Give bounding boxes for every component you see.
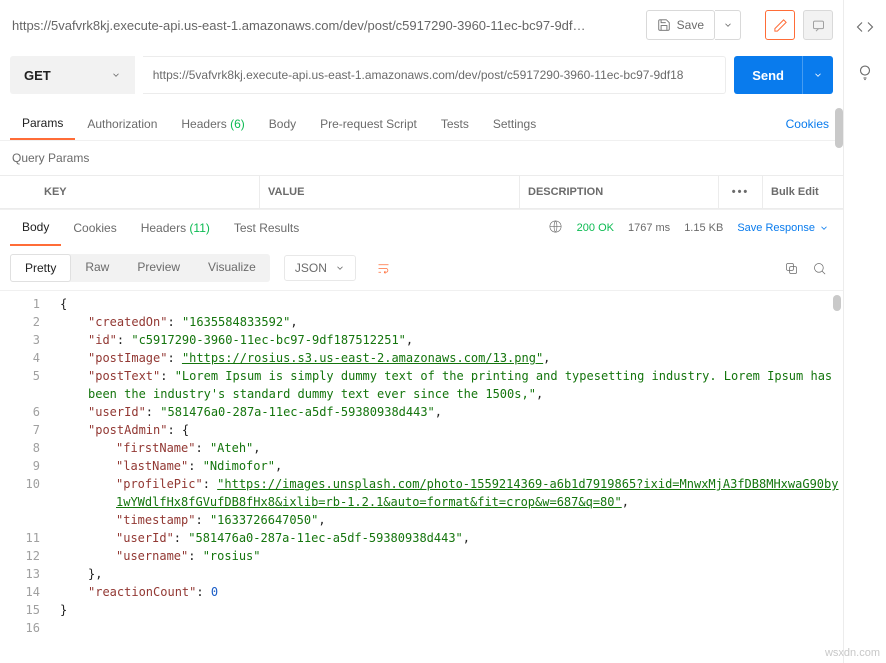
code-lines: {"createdOn": "1635584833592","id": "c59… — [50, 291, 843, 641]
view-preview[interactable]: Preview — [123, 254, 194, 282]
save-icon — [657, 18, 671, 32]
chevron-down-icon — [819, 223, 829, 233]
chevron-down-icon — [813, 70, 823, 80]
method-label: GET — [24, 68, 51, 83]
resp-tab-tests[interactable]: Test Results — [222, 211, 311, 245]
col-options[interactable]: ••• — [719, 176, 763, 208]
tab-params[interactable]: Params — [10, 108, 75, 140]
tab-body[interactable]: Body — [257, 109, 308, 139]
cookies-link[interactable]: Cookies — [782, 109, 833, 139]
resp-tab-body[interactable]: Body — [10, 210, 61, 246]
save-label: Save — [677, 18, 704, 32]
pencil-icon — [773, 18, 788, 33]
scrollbar[interactable] — [833, 295, 841, 311]
copy-button[interactable] — [777, 254, 805, 282]
code-icon — [856, 18, 874, 36]
wrap-icon — [376, 261, 391, 276]
lightbulb-icon — [856, 63, 874, 81]
chevron-down-icon — [335, 263, 345, 273]
send-label: Send — [734, 68, 802, 83]
bulk-edit-button[interactable]: Bulk Edit — [763, 176, 843, 208]
url-input[interactable]: https://5vafvrk8kj.execute-api.us-east-1… — [143, 56, 726, 94]
method-select[interactable]: GET — [10, 56, 135, 94]
send-dropdown[interactable] — [802, 56, 833, 94]
scrollbar[interactable] — [835, 108, 843, 148]
wrap-button[interactable] — [370, 254, 398, 282]
chevron-down-icon — [723, 20, 733, 30]
watermark: wsxdn.com — [825, 647, 880, 659]
resp-tab-headers[interactable]: Headers (11) — [129, 211, 222, 245]
col-description: DESCRIPTION — [520, 176, 719, 208]
tab-settings[interactable]: Settings — [481, 109, 548, 139]
comment-button[interactable] — [803, 10, 833, 40]
search-button[interactable] — [805, 254, 833, 282]
view-raw[interactable]: Raw — [71, 254, 123, 282]
comment-icon — [811, 18, 826, 33]
tab-tests[interactable]: Tests — [429, 109, 481, 139]
response-body[interactable]: 12345678910111213141516 {"createdOn": "1… — [0, 290, 843, 663]
col-value: VALUE — [260, 176, 520, 208]
search-icon — [812, 261, 827, 276]
copy-icon — [784, 261, 799, 276]
save-button[interactable]: Save — [646, 10, 715, 40]
send-button[interactable]: Send — [734, 56, 833, 94]
query-params-label: Query Params — [0, 141, 843, 175]
status-code: 200 OK — [577, 222, 614, 234]
language-select[interactable]: JSON — [284, 255, 356, 281]
line-gutter: 12345678910111213141516 — [0, 291, 50, 641]
tab-authorization[interactable]: Authorization — [75, 109, 169, 139]
save-response-button[interactable]: Save Response — [737, 222, 829, 234]
code-panel-button[interactable] — [856, 18, 874, 39]
save-dropdown[interactable] — [715, 10, 741, 40]
view-visualize[interactable]: Visualize — [194, 254, 270, 282]
resp-tab-cookies[interactable]: Cookies — [61, 211, 128, 245]
request-title: https://5vafvrk8kj.execute-api.us-east-1… — [12, 18, 638, 33]
tab-prerequest[interactable]: Pre-request Script — [308, 109, 429, 139]
tab-headers[interactable]: Headers (6) — [169, 109, 256, 139]
info-panel-button[interactable] — [856, 63, 874, 84]
response-size: 1.15 KB — [684, 222, 723, 234]
view-pretty[interactable]: Pretty — [10, 254, 71, 282]
chevron-down-icon — [111, 70, 121, 80]
col-key: KEY — [0, 176, 260, 208]
response-time: 1767 ms — [628, 222, 670, 234]
network-icon — [548, 219, 563, 237]
edit-button[interactable] — [765, 10, 795, 40]
query-params-header: KEY VALUE DESCRIPTION ••• Bulk Edit — [0, 175, 843, 209]
